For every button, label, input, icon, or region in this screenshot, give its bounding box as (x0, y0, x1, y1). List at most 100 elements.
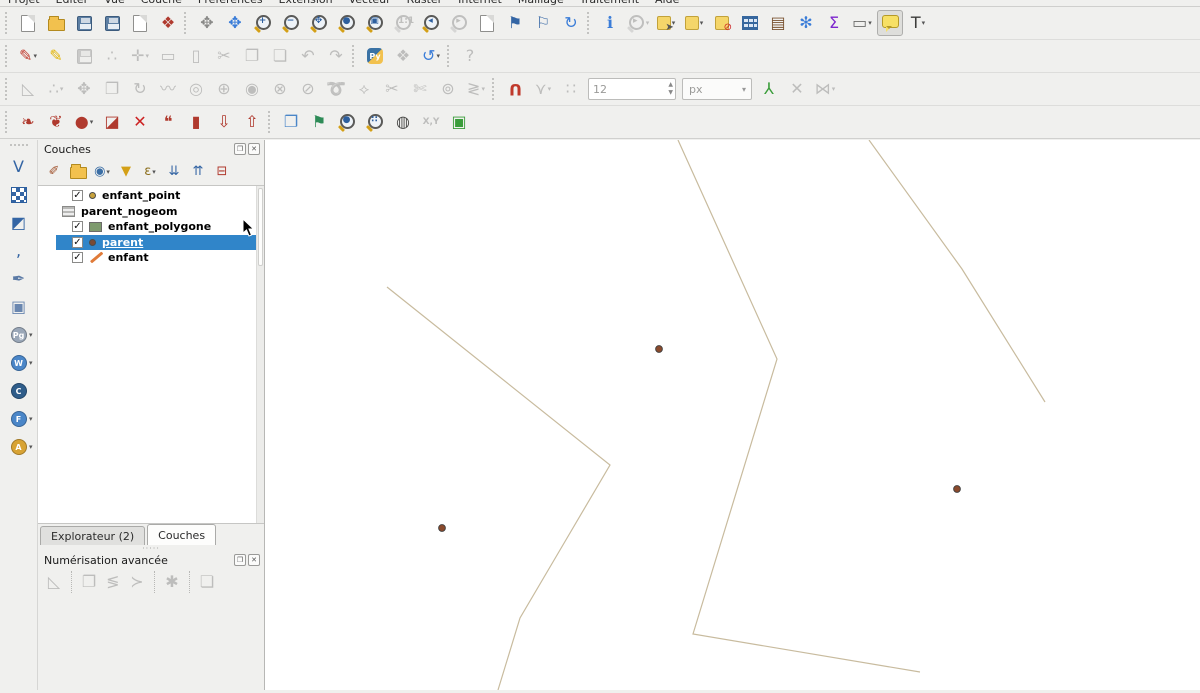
dropdown-arrow-icon[interactable]: ▾ (29, 415, 33, 423)
scrollbar-thumb[interactable] (258, 188, 263, 266)
add-raster-layer-button[interactable] (6, 182, 32, 208)
open-layer-styling-button[interactable]: ✐ (43, 161, 65, 183)
snapping-tolerance-spinbox[interactable]: 12▲▼ (588, 78, 676, 100)
menu-item-aide[interactable]: Aide (655, 0, 679, 6)
pan-to-selection-button[interactable]: ✥ (222, 10, 248, 36)
annotation-comment-button[interactable]: ❝ (155, 109, 181, 135)
new-spatial-bookmark-button[interactable]: ⚑ (502, 10, 528, 36)
filter-legend-button[interactable]: ▼ (115, 161, 137, 183)
snapping-unit-select[interactable]: px (682, 78, 752, 100)
dropdown-arrow-icon[interactable]: ▾ (106, 168, 110, 176)
menu-item-vue[interactable]: Vue (104, 0, 125, 6)
dropdown-arrow-icon[interactable]: ▾ (868, 19, 872, 27)
map-canvas[interactable] (265, 140, 1200, 690)
toolbar-grip[interactable] (5, 12, 10, 34)
save-project-button[interactable] (71, 10, 97, 36)
collapse-all-button[interactable]: ⇈ (187, 161, 209, 183)
show-spatial-bookmarks-button[interactable]: ⚐ (530, 10, 556, 36)
map-pin-view-button[interactable]: ⚑ (306, 109, 332, 135)
dropdown-arrow-icon[interactable]: ▾ (29, 331, 33, 339)
menu-item-vecteur[interactable]: Vecteur (349, 0, 391, 6)
menu-item-prfrences[interactable]: Préférences (198, 0, 263, 6)
open-project-button[interactable] (43, 10, 69, 36)
zoom-full-button[interactable]: ✥ (306, 10, 332, 36)
add-group-button[interactable] (67, 161, 89, 183)
toolbar-grip[interactable] (184, 12, 189, 34)
zoom-last-button[interactable]: ◂ (418, 10, 444, 36)
remove-layer-button[interactable]: ⊟ (211, 161, 233, 183)
duplicate-map-view-button[interactable]: ❐ (278, 109, 304, 135)
select-by-value-button[interactable]: ▾ (681, 10, 707, 36)
layer-row-parent_nogeom[interactable]: parent_nogeom (56, 204, 256, 220)
globe-view-button[interactable]: ◍ (390, 109, 416, 135)
deselect-all-button[interactable]: ⊘ (709, 10, 735, 36)
text-annotation-button[interactable]: T▾ (905, 10, 931, 36)
dropdown-arrow-icon[interactable]: ▾ (145, 52, 149, 60)
layer-visibility-checkbox[interactable]: ✓ (72, 190, 83, 201)
toolbar-grip[interactable] (5, 78, 10, 100)
toolbar-grip[interactable] (492, 78, 497, 100)
new-project-button[interactable] (15, 10, 41, 36)
zoom-to-layer-button[interactable]: ▣ (362, 10, 388, 36)
filter-by-expression-button[interactable]: ε▾ (139, 161, 161, 183)
zoom-out-button[interactable]: − (278, 10, 304, 36)
identify-features-button[interactable]: ℹ (597, 10, 623, 36)
expand-all-button[interactable]: ⇊ (163, 161, 185, 183)
menu-item-diter[interactable]: Éditer (56, 0, 89, 6)
close-panel-icon[interactable]: ✕ (248, 143, 260, 155)
annotation-fill-button[interactable]: ●▾ (71, 109, 97, 135)
dropdown-arrow-icon[interactable]: ▾ (481, 85, 485, 93)
refresh-map-button[interactable]: ↻ (558, 10, 584, 36)
zoom-to-cluster-button[interactable]: ∷ (362, 109, 388, 135)
dropdown-arrow-icon[interactable]: ▾ (700, 19, 704, 27)
menu-item-raster[interactable]: Raster (407, 0, 442, 6)
dropdown-arrow-icon[interactable]: ▾ (152, 168, 156, 176)
add-wfs-layer-button[interactable]: F▾ (6, 406, 32, 432)
save-project-as-button[interactable] (99, 10, 125, 36)
measure-tool-button[interactable]: ▭▾ (849, 10, 875, 36)
revert-edits-button[interactable]: ↺▾ (418, 43, 444, 69)
layer-visibility-checkbox[interactable]: ✓ (72, 237, 83, 248)
python-console-button[interactable]: Py (362, 43, 388, 69)
zoom-to-points-button[interactable]: ● (334, 109, 360, 135)
undock-panel-icon[interactable]: ❐ (234, 554, 246, 566)
manage-map-themes-button[interactable]: ◉▾ (91, 161, 113, 183)
add-arcgis-layer-button[interactable]: A▾ (6, 434, 32, 460)
dropdown-arrow-icon[interactable]: ▾ (436, 52, 440, 60)
add-wms-layer-button[interactable]: W▾ (6, 350, 32, 376)
current-edits-button[interactable]: ✎▾ (15, 43, 41, 69)
close-panel-icon[interactable]: ✕ (248, 554, 260, 566)
open-attribute-table-button[interactable] (737, 10, 763, 36)
toolbar-grip[interactable] (587, 12, 592, 34)
field-calculator-button[interactable]: ▤ (765, 10, 791, 36)
processing-toolbox-button[interactable]: ✻ (793, 10, 819, 36)
map-tips-button[interactable] (877, 10, 903, 36)
topological-editing-button[interactable]: ⅄ (756, 76, 782, 102)
annotation-eraser-button[interactable]: ◪ (99, 109, 125, 135)
dropdown-arrow-icon[interactable]: ▾ (646, 19, 650, 27)
dropdown-arrow-icon[interactable]: ▾ (60, 85, 64, 93)
menu-item-extension[interactable]: Extension (279, 0, 333, 6)
toolbar-grip[interactable] (5, 111, 10, 133)
toolbar-grip[interactable] (447, 45, 452, 67)
toolbar-grip[interactable] (352, 45, 357, 67)
undock-panel-icon[interactable]: ❐ (234, 143, 246, 155)
layer-visibility-checkbox[interactable]: ✓ (72, 252, 83, 263)
dropdown-arrow-icon[interactable]: ▾ (90, 118, 94, 126)
dropdown-arrow-icon[interactable]: ▾ (548, 85, 552, 93)
dropdown-arrow-icon[interactable]: ▾ (29, 359, 33, 367)
add-vector-layer-button[interactable]: V (6, 154, 32, 180)
menu-item-maillage[interactable]: Maillage (518, 0, 564, 6)
toolbar-grip[interactable] (5, 45, 10, 67)
add-wcs-layer-button[interactable]: C (6, 378, 32, 404)
zoom-to-selection-button[interactable]: ● (334, 10, 360, 36)
zoom-in-button[interactable]: + (250, 10, 276, 36)
import-features-button[interactable]: ⇩ (211, 109, 237, 135)
enable-snapping-button[interactable]: U (502, 76, 528, 102)
layer-tree-scrollbar[interactable] (256, 186, 264, 523)
toggle-editing-button[interactable]: ✎ (43, 43, 69, 69)
layer-row-enfant_point[interactable]: ✓enfant_point (56, 188, 256, 204)
add-virtual-layer-button[interactable]: ▣ (6, 294, 32, 320)
add-spatialite-layer-button[interactable]: ✒ (6, 266, 32, 292)
export-features-button[interactable]: ⇧ (239, 109, 265, 135)
